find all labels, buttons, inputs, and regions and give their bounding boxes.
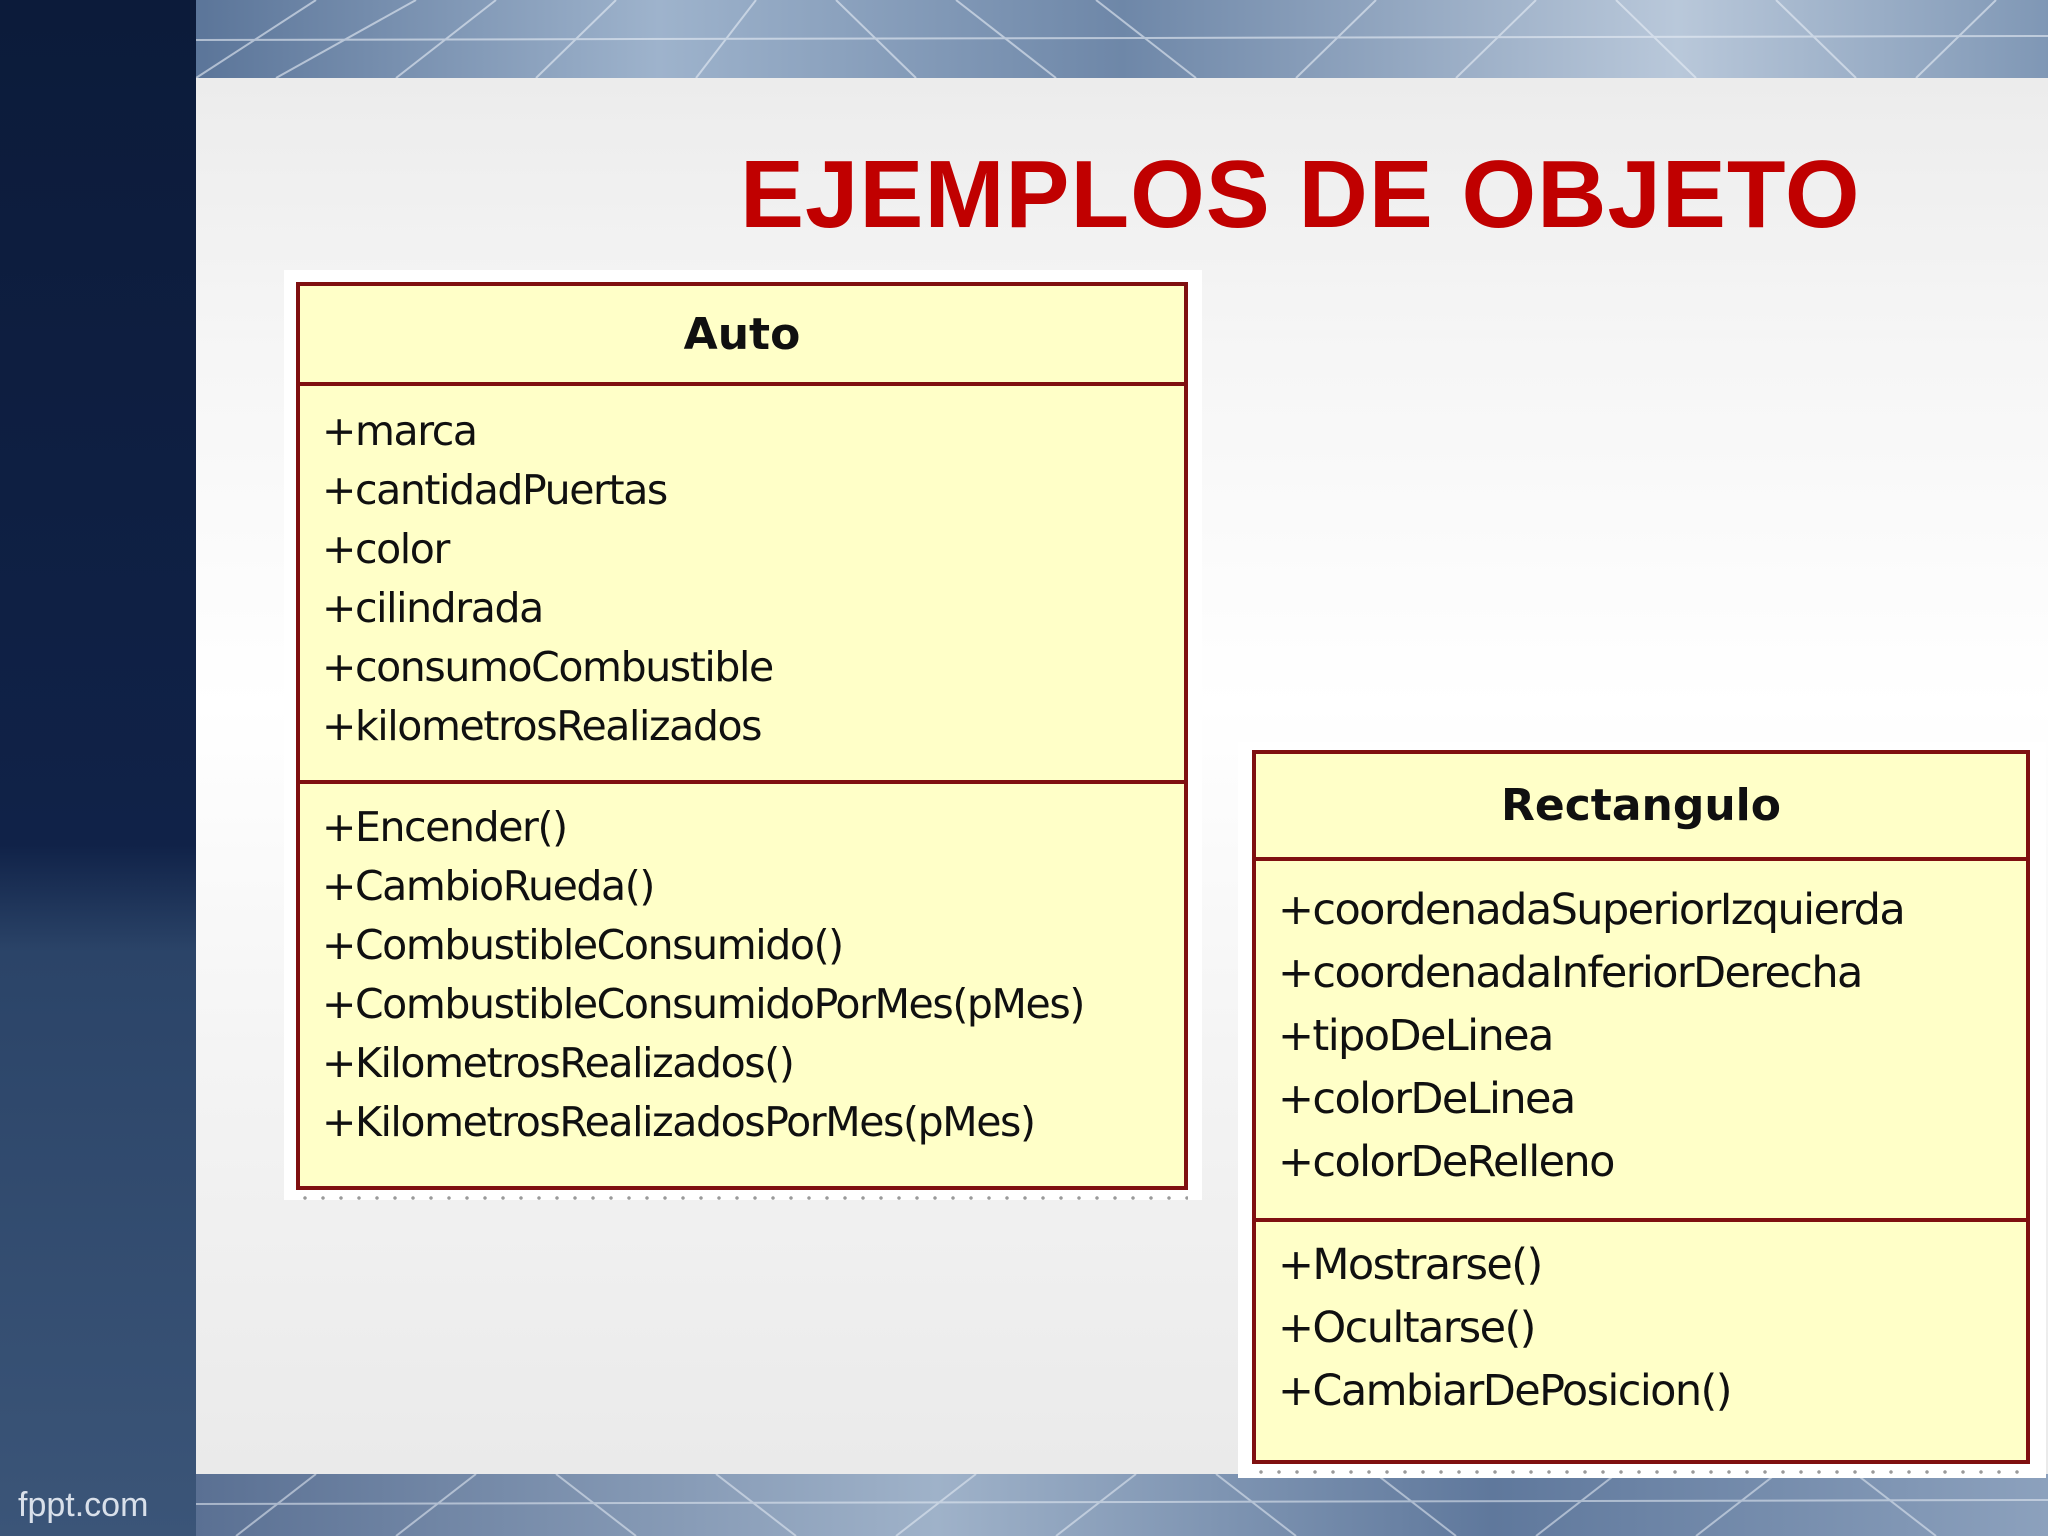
operation-item: +Encender() bbox=[322, 803, 568, 851]
operation-item: +CombustibleConsumidoPorMes(pMes) bbox=[322, 980, 1085, 1028]
attribute-item: +coordenadaSuperiorIzquierda bbox=[1278, 885, 1906, 935]
auto-attributes: +marca +cantidadPuertas +color +cilindra… bbox=[300, 386, 1184, 784]
building-grid-top bbox=[196, 0, 2048, 78]
top-building-strip bbox=[196, 0, 2048, 78]
attribute-item: +tipoDeLinea bbox=[1278, 1011, 1554, 1061]
footer-brand: fppt.com bbox=[18, 1486, 149, 1524]
operation-item: +Ocultarse() bbox=[1278, 1303, 1536, 1353]
operation-item: +CambioRueda() bbox=[322, 862, 655, 910]
operation-item: +KilometrosRealizados() bbox=[322, 1039, 795, 1087]
operation-item: +KilometrosRealizadosPorMes(pMes) bbox=[322, 1098, 1036, 1146]
attribute-item: +coordenadaInferiorDerecha bbox=[1278, 948, 1863, 998]
auto-dotted-border bbox=[296, 1196, 1188, 1200]
left-background-band bbox=[0, 0, 196, 1536]
rectangulo-dotted-border bbox=[1252, 1470, 2030, 1474]
building-grid-bottom bbox=[196, 1474, 2048, 1536]
rectangulo-operations: +Mostrarse() +Ocultarse() +CambiarDePosi… bbox=[1256, 1222, 2026, 1423]
operation-item: +Mostrarse() bbox=[1278, 1240, 1543, 1290]
slide-title: EJEMPLOS DE OBJETO bbox=[740, 141, 1861, 248]
class-name-rectangulo: Rectangulo bbox=[1256, 754, 2026, 861]
attribute-item: +colorDeLinea bbox=[1278, 1074, 1576, 1124]
uml-class-auto: Auto +marca +cantidadPuertas +color +cil… bbox=[296, 282, 1188, 1190]
attribute-item: +kilometrosRealizados bbox=[322, 702, 763, 750]
operation-item: +CambiarDePosicion() bbox=[1278, 1366, 1732, 1416]
uml-class-rectangulo: Rectangulo +coordenadaSuperiorIzquierda … bbox=[1252, 750, 2030, 1464]
attribute-item: +consumoCombustible bbox=[322, 643, 774, 691]
attribute-item: +color bbox=[322, 525, 450, 573]
bottom-building-strip bbox=[196, 1474, 2048, 1536]
class-name-auto: Auto bbox=[300, 286, 1184, 386]
attribute-item: +colorDeRelleno bbox=[1278, 1137, 1615, 1187]
attribute-item: +cantidadPuertas bbox=[322, 466, 668, 514]
operation-item: +CombustibleConsumido() bbox=[322, 921, 844, 969]
rectangulo-attributes: +coordenadaSuperiorIzquierda +coordenada… bbox=[1256, 861, 2026, 1222]
auto-operations: +Encender() +CambioRueda() +CombustibleC… bbox=[300, 784, 1184, 1152]
attribute-item: +marca bbox=[322, 407, 478, 455]
attribute-item: +cilindrada bbox=[322, 584, 544, 632]
